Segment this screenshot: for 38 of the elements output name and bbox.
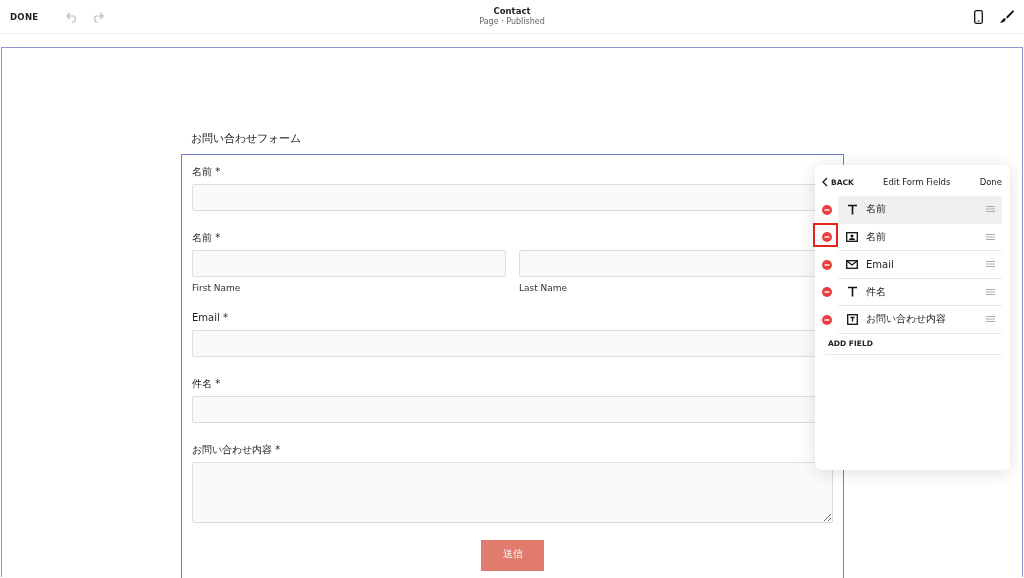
- panel-title: Edit Form Fields: [883, 177, 951, 187]
- name-field[interactable]: [192, 250, 506, 277]
- field-label: 名前 *: [192, 232, 221, 244]
- done-button[interactable]: DONE: [10, 11, 39, 22]
- envelope-icon: [846, 259, 858, 269]
- text-icon: [846, 203, 858, 215]
- brush-icon[interactable]: [999, 9, 1014, 24]
- chevron-left-icon: [822, 177, 828, 187]
- field-label: 名前 *: [192, 166, 221, 178]
- remove-icon[interactable]: [822, 232, 832, 243]
- drag-handle-icon[interactable]: [986, 288, 995, 295]
- field-list-item[interactable]: 名前: [838, 196, 1002, 224]
- drag-handle-icon[interactable]: [986, 233, 995, 240]
- text-icon: [846, 286, 858, 298]
- form-heading: お問い合わせフォーム: [191, 132, 301, 146]
- remove-icon[interactable]: [822, 204, 832, 215]
- field-list-item[interactable]: Email: [838, 251, 1002, 279]
- field-list-item[interactable]: 件名: [838, 278, 1002, 306]
- field-label: お問い合わせ内容 *: [192, 444, 281, 456]
- field-label: 件名 *: [192, 378, 221, 390]
- remove-icon[interactable]: [822, 259, 832, 270]
- text-box-icon: [846, 313, 858, 325]
- drag-handle-icon[interactable]: [986, 316, 995, 323]
- field-caption: First Name: [192, 283, 241, 294]
- remove-icon[interactable]: [822, 287, 832, 298]
- field-label: Email *: [192, 312, 228, 324]
- page-status: Page · Published: [479, 17, 545, 26]
- message-field[interactable]: [192, 462, 833, 523]
- done-button[interactable]: Done: [979, 177, 1002, 187]
- field-list-item[interactable]: 名前: [838, 223, 1002, 251]
- mobile-icon[interactable]: [974, 9, 983, 24]
- field-list-item[interactable]: お問い合わせ内容: [838, 306, 1002, 334]
- drag-handle-icon[interactable]: [986, 261, 995, 268]
- drag-handle-icon[interactable]: [986, 206, 995, 213]
- field-caption: Last Name: [519, 283, 568, 294]
- id-card-icon: [846, 231, 858, 242]
- page-title: Contact: [493, 6, 531, 16]
- remove-icon[interactable]: [822, 314, 832, 325]
